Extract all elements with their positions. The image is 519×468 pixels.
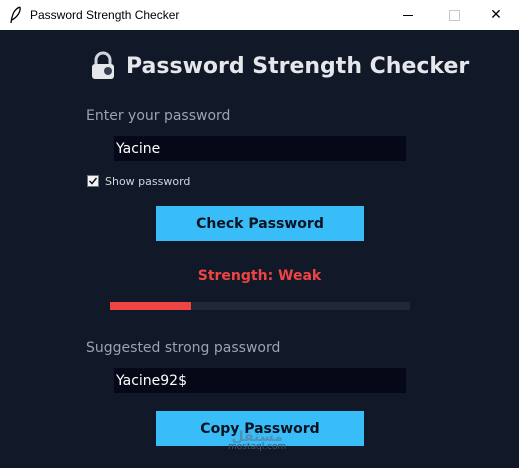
- password-label: Enter your password: [86, 108, 231, 124]
- lock-icon: [92, 51, 114, 79]
- suggested-label: Suggested strong password: [86, 340, 281, 356]
- page-title: Password Strength Checker: [88, 48, 469, 84]
- suggested-password-field[interactable]: Yacine92$: [114, 368, 406, 393]
- watermark-logo: مستقل: [231, 429, 283, 445]
- password-input[interactable]: Yacine: [114, 136, 406, 161]
- minimize-button[interactable]: [385, 0, 431, 30]
- check-password-button[interactable]: Check Password: [156, 206, 364, 241]
- show-password-checkbox[interactable]: [87, 175, 99, 187]
- strength-bar-fill: [110, 302, 191, 310]
- window-titlebar: Password Strength Checker ✕: [0, 0, 519, 30]
- minimize-icon: [403, 14, 413, 16]
- show-password-label[interactable]: Show password: [105, 175, 190, 188]
- maximize-button[interactable]: [431, 0, 477, 30]
- watermark: مستقل mostaql.com: [228, 429, 286, 452]
- maximize-icon: [448, 9, 460, 21]
- page-title-text: Password Strength Checker: [126, 53, 470, 79]
- feather-icon: [10, 6, 21, 24]
- strength-bar: [110, 302, 410, 310]
- checkmark-icon: [88, 177, 98, 185]
- strength-label: Strength: Weak: [197, 268, 322, 284]
- close-icon: ✕: [490, 7, 502, 23]
- close-button[interactable]: ✕: [473, 0, 519, 30]
- window-title: Password Strength Checker: [30, 8, 180, 22]
